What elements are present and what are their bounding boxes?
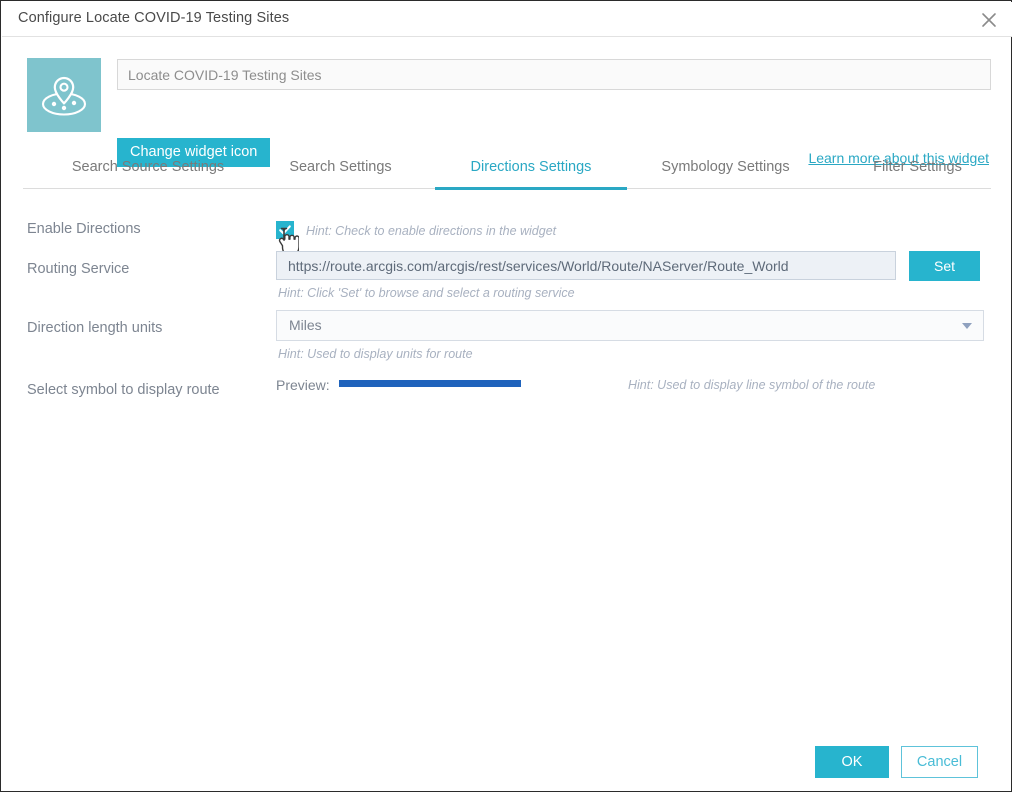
dialog-title: Configure Locate COVID-19 Testing Sites <box>18 10 289 26</box>
enable-directions-checkbox[interactable] <box>276 221 294 239</box>
tab-filter-settings[interactable]: Filter Settings <box>851 155 984 187</box>
widget-header: Change widget icon Learn more about this… <box>1 37 1011 149</box>
chevron-down-icon <box>962 323 972 329</box>
widget-name-input[interactable] <box>117 59 991 90</box>
enable-directions-label: Enable Directions <box>27 221 141 237</box>
route-symbol-preview-label: Preview: <box>276 377 330 393</box>
dialog-titlebar: Configure Locate COVID-19 Testing Sites <box>2 2 1012 37</box>
close-icon[interactable] <box>976 7 1002 33</box>
map-pin-widget-icon[interactable] <box>27 58 101 132</box>
route-symbol-label: Select symbol to display route <box>27 382 220 398</box>
routing-service-label: Routing Service <box>27 261 129 277</box>
settings-tabs: Search Source Settings Search Settings D… <box>23 155 991 189</box>
route-symbol-preview-swatch[interactable] <box>339 380 521 387</box>
enable-directions-hint: Hint: Check to enable directions in the … <box>306 224 556 238</box>
direction-length-units-select[interactable]: Miles <box>276 310 984 341</box>
direction-length-units-value: Miles <box>289 317 322 333</box>
ok-button[interactable]: OK <box>815 746 889 778</box>
configure-widget-dialog: Configure Locate COVID-19 Testing Sites … <box>0 0 1012 792</box>
tab-symbology-settings[interactable]: Symbology Settings <box>643 155 808 187</box>
routing-service-input[interactable] <box>276 251 896 280</box>
cancel-button[interactable]: Cancel <box>901 746 978 778</box>
tab-search-source-settings[interactable]: Search Source Settings <box>53 155 243 187</box>
route-symbol-hint: Hint: Used to display line symbol of the… <box>628 378 875 392</box>
direction-length-units-hint: Hint: Used to display units for route <box>278 347 473 361</box>
tab-search-settings[interactable]: Search Settings <box>268 155 413 187</box>
routing-service-hint: Hint: Click 'Set' to browse and select a… <box>278 286 575 300</box>
set-routing-service-button[interactable]: Set <box>909 251 980 281</box>
tab-directions-settings[interactable]: Directions Settings <box>435 155 627 190</box>
direction-length-units-label: Direction length units <box>27 320 162 336</box>
dialog-footer: OK Cancel <box>2 732 1012 790</box>
